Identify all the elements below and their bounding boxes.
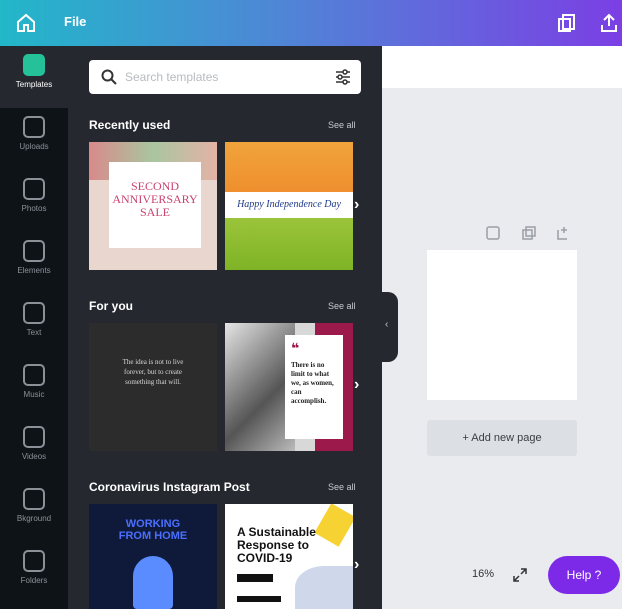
see-all-link[interactable]: See all bbox=[328, 482, 356, 492]
photos-icon bbox=[23, 178, 45, 200]
share-icon[interactable] bbox=[598, 12, 620, 34]
add-page-icon[interactable] bbox=[556, 226, 570, 240]
file-menu[interactable]: File bbox=[64, 14, 86, 29]
text-icon bbox=[23, 302, 45, 324]
working-title: WORKING FROM HOME bbox=[118, 518, 188, 542]
top-bar: File bbox=[0, 0, 622, 46]
sale-card: SECOND ANNIVERSARY SALE bbox=[109, 162, 201, 248]
template-thumbnail[interactable]: SECOND ANNIVERSARY SALE bbox=[89, 142, 217, 270]
collapse-panel-button[interactable]: ‹ bbox=[380, 292, 398, 362]
zoom-level[interactable]: 16% bbox=[472, 568, 494, 580]
rail-uploads[interactable]: Uploads bbox=[0, 108, 68, 170]
template-thumbnail[interactable]: A Sustainable Response to COVID-19 bbox=[225, 504, 353, 609]
template-thumbnail[interactable]: ❝ There is no limit to what we, as women… bbox=[225, 323, 353, 451]
independence-caption: Happy Independence Day bbox=[225, 192, 353, 218]
chevron-right-icon[interactable]: › bbox=[354, 376, 359, 394]
covid-title: A Sustainable Response to COVID-19 bbox=[237, 525, 316, 565]
help-button[interactable]: Help ? bbox=[548, 556, 620, 594]
quote-card: ❝ There is no limit to what we, as women… bbox=[285, 335, 343, 439]
elements-icon bbox=[23, 240, 45, 262]
quote-text: The idea is not to live forever, but to … bbox=[122, 358, 184, 386]
section-title: For you bbox=[89, 299, 133, 313]
rail-folders[interactable]: Folders bbox=[0, 542, 68, 604]
blue-shape bbox=[295, 566, 353, 609]
see-all-link[interactable]: See all bbox=[328, 301, 356, 311]
template-thumbnail[interactable]: The idea is not to live forever, but to … bbox=[89, 323, 217, 451]
chevron-left-icon: ‹ bbox=[385, 319, 389, 330]
music-icon bbox=[23, 364, 45, 386]
quote-mark-icon: ❝ bbox=[291, 340, 300, 356]
note-icon[interactable] bbox=[486, 226, 500, 240]
rail-videos[interactable]: Videos bbox=[0, 418, 68, 480]
rail-music[interactable]: Music bbox=[0, 356, 68, 418]
background-icon bbox=[23, 488, 45, 510]
rail-photos[interactable]: Photos bbox=[0, 170, 68, 232]
copy-icon[interactable] bbox=[556, 12, 578, 34]
editor-toolbar bbox=[382, 46, 622, 88]
section-title: Coronavirus Instagram Post bbox=[89, 480, 250, 494]
upload-icon bbox=[23, 116, 45, 138]
chevron-right-icon[interactable]: › bbox=[354, 556, 359, 574]
search-bar bbox=[89, 60, 361, 94]
design-page[interactable] bbox=[427, 250, 577, 400]
rail-background[interactable]: Bkground bbox=[0, 480, 68, 542]
templates-panel: Recently used See all SECOND ANNIVERSARY… bbox=[68, 46, 382, 609]
dark-bar bbox=[237, 596, 281, 602]
section-title: Recently used bbox=[89, 118, 171, 132]
see-all-link[interactable]: See all bbox=[328, 120, 356, 130]
expand-icon[interactable] bbox=[513, 568, 527, 582]
chevron-right-icon[interactable]: › bbox=[354, 196, 359, 214]
search-input[interactable] bbox=[125, 68, 315, 86]
duplicate-icon[interactable] bbox=[522, 226, 536, 240]
rail-elements[interactable]: Elements bbox=[0, 232, 68, 294]
rail-templates[interactable]: Templates bbox=[0, 46, 68, 108]
template-thumbnail[interactable]: Happy Independence Day bbox=[225, 142, 353, 270]
folder-icon bbox=[23, 550, 45, 572]
video-icon bbox=[23, 426, 45, 448]
templates-icon bbox=[23, 54, 45, 76]
rail-text[interactable]: Text bbox=[0, 294, 68, 356]
search-icon bbox=[101, 69, 117, 85]
home-icon[interactable] bbox=[14, 11, 38, 35]
filter-icon[interactable] bbox=[335, 69, 351, 85]
template-thumbnail[interactable]: WORKING FROM HOME bbox=[89, 504, 217, 609]
add-new-page-button[interactable]: + Add new page bbox=[427, 420, 577, 456]
dark-bar bbox=[237, 574, 273, 582]
side-rail: Templates Uploads Photos Elements Text M… bbox=[0, 46, 68, 609]
person-illustration bbox=[133, 556, 173, 609]
